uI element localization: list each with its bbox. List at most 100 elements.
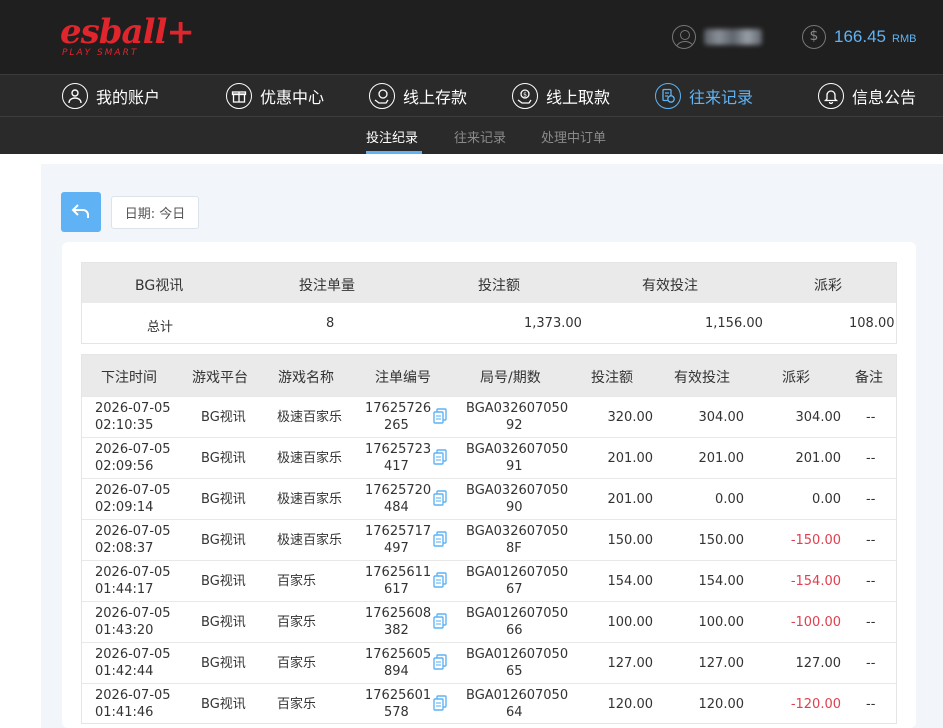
top-header: esball+ PLAY SMART $ 166.45 RMB bbox=[0, 0, 943, 74]
user-circle-icon bbox=[62, 83, 88, 109]
svg-text:$: $ bbox=[523, 92, 527, 99]
username-blurred bbox=[704, 29, 762, 45]
game-platform: BG视讯 bbox=[201, 697, 246, 712]
table-row: 2026-07-05 02:09:14 BG视讯 极速百家乐 17625720 484 BG… bbox=[82, 478, 896, 519]
game-platform: BG视讯 bbox=[201, 533, 246, 548]
round-id-line2: 90 bbox=[506, 500, 523, 515]
table-row: 2026-07-05 01:42:44 BG视讯 百家乐 17625605 894 BGA0… bbox=[82, 642, 896, 683]
nav-label: 线上存款 bbox=[403, 88, 468, 107]
bet-id-line2: 894 bbox=[384, 664, 409, 679]
bet-date: 2026-07-05 bbox=[95, 647, 171, 662]
game-name: 百家乐 bbox=[277, 615, 317, 630]
bet-id-line2: 265 bbox=[384, 418, 409, 433]
bet-amount: 127.00 bbox=[607, 656, 654, 671]
bet-date: 2026-07-05 bbox=[95, 688, 171, 703]
logo-tagline: PLAY SMART bbox=[62, 48, 139, 58]
bet-id-line2: 484 bbox=[384, 500, 409, 515]
bet-table-header: 下注时间 游戏平台 游戏名称 注单编号 局号/期数 投注额 有效投注 派彩 备注 bbox=[82, 355, 896, 396]
summary-header-bet: 投注额 bbox=[478, 278, 520, 294]
main-nav: 我的账户 优惠中心 线上存款 $ 线上取款 往来记录 信息公告 bbox=[0, 74, 943, 116]
game-name: 百家乐 bbox=[277, 656, 317, 671]
bet-id-line1: 17625720 bbox=[365, 483, 432, 498]
tab-transactions[interactable]: 往来记录 bbox=[454, 127, 506, 146]
table-row: 2026-07-05 01:41:46 BG视讯 百家乐 17625601 578 BGA0… bbox=[82, 683, 896, 724]
note: -- bbox=[866, 615, 876, 630]
bet-id-line2: 578 bbox=[384, 705, 409, 720]
bet-id-line1: 17625726 bbox=[365, 401, 432, 416]
round-id-line2: 64 bbox=[506, 705, 523, 720]
bet-time: 01:42:44 bbox=[95, 664, 154, 679]
col-valid-bet: 有效投注 bbox=[674, 370, 730, 386]
balance-currency: RMB bbox=[892, 32, 917, 45]
round-id-line1: BGA012607050 bbox=[466, 565, 569, 580]
summary-total-bet: 1,373.00 bbox=[524, 316, 582, 331]
copy-icon[interactable] bbox=[433, 654, 447, 670]
nav-label: 往来记录 bbox=[689, 88, 754, 107]
bet-id-line1: 17625601 bbox=[365, 688, 432, 703]
table-row: 2026-07-05 02:09:56 BG视讯 极速百家乐 17625723 417 BG… bbox=[82, 437, 896, 478]
round-id-line1: BGA012607050 bbox=[466, 688, 569, 703]
copy-icon[interactable] bbox=[433, 695, 447, 711]
col-bet-time: 下注时间 bbox=[101, 370, 157, 386]
nav-label: 我的账户 bbox=[96, 88, 161, 107]
note: -- bbox=[866, 574, 876, 589]
balance-amount: 166.45 bbox=[834, 27, 886, 46]
round-id-line2: 65 bbox=[506, 664, 523, 679]
summary-total-count: 8 bbox=[326, 316, 335, 331]
game-name: 百家乐 bbox=[277, 697, 317, 712]
round-id-line1: BGA032607050 bbox=[466, 401, 569, 416]
bet-amount: 320.00 bbox=[607, 410, 654, 425]
copy-icon[interactable] bbox=[433, 613, 447, 629]
game-platform: BG视讯 bbox=[201, 574, 246, 589]
payout: 201.00 bbox=[795, 451, 842, 466]
copy-icon[interactable] bbox=[433, 572, 447, 588]
nav-withdraw[interactable]: $ 线上取款 bbox=[512, 81, 610, 111]
deposit-icon bbox=[369, 83, 395, 109]
valid-bet: 304.00 bbox=[698, 410, 745, 425]
back-button[interactable] bbox=[61, 192, 101, 232]
col-payout: 派彩 bbox=[782, 370, 810, 386]
user-account[interactable] bbox=[672, 22, 762, 52]
summary-total-valid: 1,156.00 bbox=[705, 316, 763, 331]
note: -- bbox=[866, 656, 876, 671]
nav-label: 线上取款 bbox=[546, 88, 611, 107]
bet-amount: 154.00 bbox=[607, 574, 654, 589]
payout: 127.00 bbox=[795, 656, 842, 671]
date-filter[interactable]: 日期: 今日 bbox=[111, 196, 199, 229]
withdraw-icon: $ bbox=[512, 83, 538, 109]
nav-records[interactable]: 往来记录 bbox=[655, 81, 753, 111]
copy-icon[interactable] bbox=[433, 449, 447, 465]
note: -- bbox=[866, 697, 876, 712]
valid-bet: 100.00 bbox=[698, 615, 745, 630]
nav-announcements[interactable]: 信息公告 bbox=[818, 81, 916, 111]
copy-icon[interactable] bbox=[433, 408, 447, 424]
copy-icon[interactable] bbox=[433, 531, 447, 547]
wallet-balance: $ 166.45 RMB bbox=[802, 24, 916, 50]
bet-time: 02:09:56 bbox=[95, 459, 154, 474]
esball-logo[interactable]: esball+ PLAY SMART bbox=[60, 12, 195, 62]
payout: 0.00 bbox=[812, 492, 841, 507]
nav-deposit[interactable]: 线上存款 bbox=[369, 81, 467, 111]
nav-my-account[interactable]: 我的账户 bbox=[62, 81, 160, 111]
payout: -100.00 bbox=[790, 615, 841, 630]
col-game-name: 游戏名称 bbox=[278, 370, 334, 386]
round-id-line1: BGA012607050 bbox=[466, 647, 569, 662]
game-name: 极速百家乐 bbox=[277, 492, 343, 507]
summary-total-row: 总计 8 1,373.00 1,156.00 108.00 bbox=[82, 303, 896, 343]
records-icon bbox=[655, 83, 681, 109]
round-id-line2: 66 bbox=[506, 623, 523, 638]
valid-bet: 150.00 bbox=[698, 533, 745, 548]
summary-header-valid: 有效投注 bbox=[642, 278, 698, 294]
game-platform: BG视讯 bbox=[201, 492, 246, 507]
nav-label: 信息公告 bbox=[852, 88, 917, 107]
bet-id-line1: 17625723 bbox=[365, 442, 432, 457]
summary-total-label: 总计 bbox=[147, 320, 174, 335]
round-id-line2: 92 bbox=[506, 418, 523, 433]
user-avatar-icon bbox=[672, 25, 696, 49]
tab-bet-records[interactable]: 投注纪录 bbox=[366, 127, 418, 146]
valid-bet: 120.00 bbox=[698, 697, 745, 712]
nav-promotions[interactable]: 优惠中心 bbox=[226, 81, 324, 111]
copy-icon[interactable] bbox=[433, 490, 447, 506]
note: -- bbox=[866, 492, 876, 507]
tab-pending-orders[interactable]: 处理中订单 bbox=[541, 127, 606, 146]
